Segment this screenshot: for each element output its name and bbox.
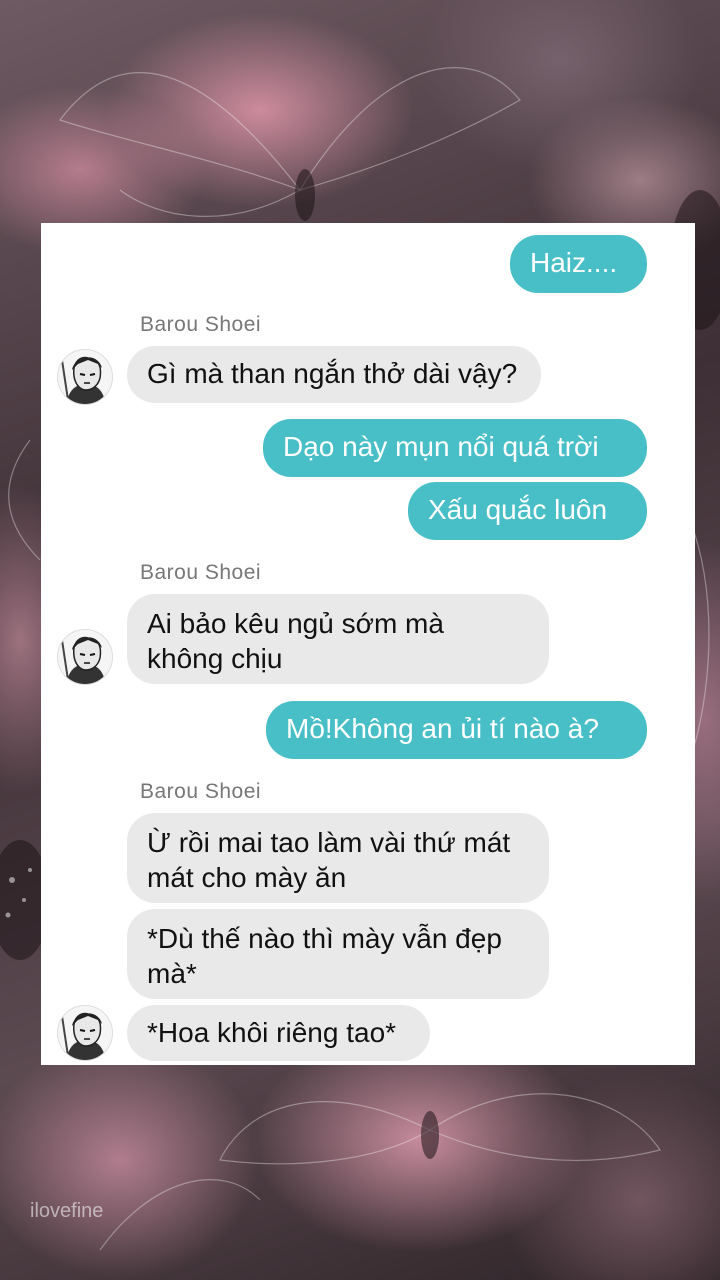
sender-name: Barou Shoei: [140, 561, 262, 584]
outgoing-message-bubble[interactable]: Mồ!Không an ủi tí nào à?: [266, 701, 647, 759]
incoming-message-bubble[interactable]: *Hoa khôi riêng tao*: [127, 1005, 430, 1061]
manga-character-avatar-icon: [58, 630, 112, 684]
outgoing-message-bubble[interactable]: Dạo này mụn nổi quá trời: [263, 419, 647, 477]
incoming-message-bubble[interactable]: *Dù thế nào thì mày vẫn đẹp mà*: [127, 909, 549, 999]
watermark-text: ilovefine: [30, 1200, 104, 1222]
chat-panel: Haiz.... Barou Shoei Gì mà than ngắn thở…: [41, 223, 695, 1065]
incoming-message-bubble[interactable]: Ai bảo kêu ngủ sớm mà không chịu: [127, 594, 549, 684]
sender-avatar[interactable]: [57, 349, 113, 405]
sender-name: Barou Shoei: [140, 780, 262, 803]
incoming-message-bubble[interactable]: Ừ rồi mai tao làm vài thứ mát mát cho mà…: [127, 813, 549, 903]
manga-character-avatar-icon: [58, 350, 112, 404]
sender-avatar[interactable]: [57, 1005, 113, 1061]
incoming-message-bubble[interactable]: Gì mà than ngắn thở dài vậy?: [127, 346, 541, 403]
manga-character-avatar-icon: [58, 1006, 112, 1060]
sender-avatar[interactable]: [57, 629, 113, 685]
sender-name: Barou Shoei: [140, 313, 262, 336]
outgoing-message-bubble[interactable]: Xấu quắc luôn: [408, 482, 647, 540]
outgoing-message-bubble[interactable]: Haiz....: [510, 235, 647, 293]
